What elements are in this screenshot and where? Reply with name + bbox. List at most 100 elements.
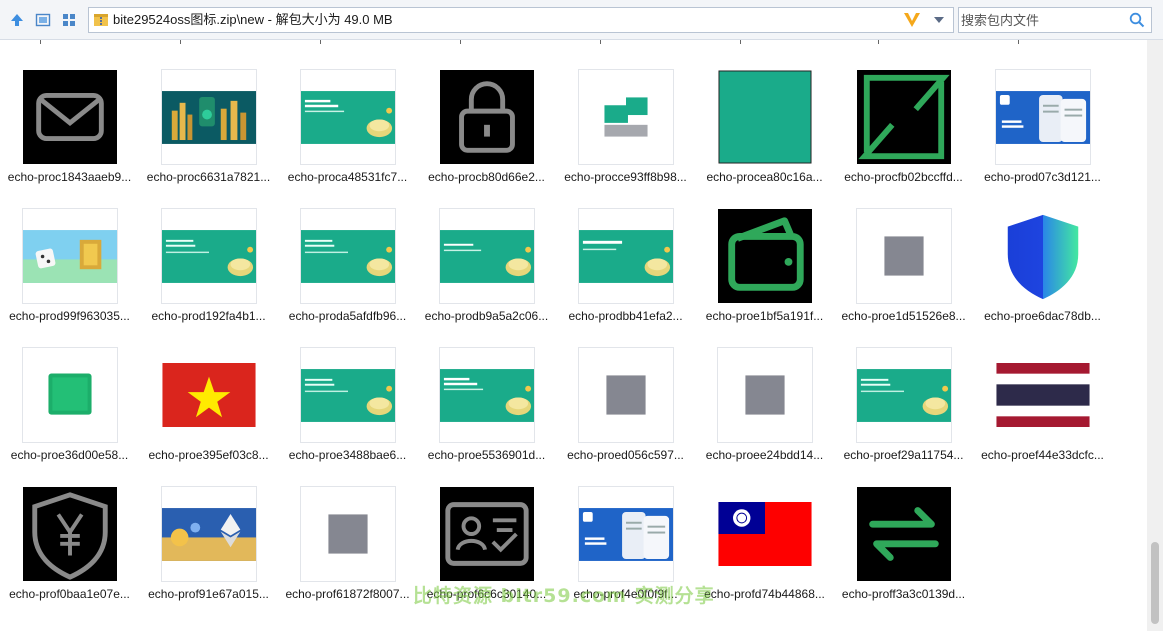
file-thumbnail[interactable] [161,69,257,165]
file-name: echo-proe395ef03c8... [148,448,269,462]
file-item[interactable]: echo-proc6631a7821... [139,69,278,204]
file-thumbnail[interactable] [995,208,1091,304]
file-thumbnail[interactable] [717,208,813,304]
file-grid-area: echo-proc1843aaeb9... echo-proc6631a7821… [0,40,1147,631]
file-thumbnail[interactable] [439,208,535,304]
stake-trust-icon [579,507,673,561]
file-item[interactable]: echo-prof61872f8007... [278,486,417,621]
file-name: echo-prodb9a5a2c06... [424,309,549,323]
file-item[interactable]: echo-proe1d51526e8... [834,208,973,343]
file-thumbnail[interactable] [439,486,535,582]
shield-icon [1007,214,1079,300]
file-item[interactable]: echo-proe395ef03c8... [139,347,278,482]
file-thumbnail[interactable] [717,486,813,582]
file-thumbnail[interactable] [856,69,952,165]
file-thumbnail[interactable] [578,486,674,582]
view-details-button[interactable] [32,9,54,31]
file-name: echo-proe5536901d... [427,448,546,462]
file-item[interactable]: echo-procfb02bccffd... [834,69,973,204]
file-thumbnail[interactable] [995,347,1091,443]
file-thumbnail[interactable] [578,347,674,443]
file-name: echo-proe3488bae6... [288,448,407,462]
file-item[interactable]: echo-proe5536901d... [417,347,556,482]
file-thumbnail[interactable] [161,486,257,582]
file-name: echo-proca48531fc7... [287,170,408,184]
file-name: echo-proe1d51526e8... [841,309,966,323]
file-name: echo-prodbb41efa2... [568,309,683,323]
gray-square-icon [884,236,924,276]
stake-trust-icon [996,90,1090,144]
vertical-scrollbar[interactable] [1147,40,1163,631]
file-thumbnail[interactable] [22,69,118,165]
file-item[interactable]: echo-prodbb41efa2... [556,208,695,343]
file-item[interactable]: echo-procce93ff8b98... [556,69,695,204]
file-item[interactable]: echo-procea80c16a... [695,69,834,204]
green-brackets-icon [857,70,951,164]
file-item[interactable]: echo-prod192fa4b1... [139,208,278,343]
up-folder-button[interactable] [6,9,28,31]
file-name: echo-proff3a3c0139d... [841,587,966,601]
file-item[interactable]: echo-prod07c3d121... [973,69,1112,204]
teal-banner-en-icon [301,368,395,422]
file-item[interactable]: echo-proe1bf5a191f... [695,208,834,343]
teal-banner-en-icon [301,229,395,283]
gray-square-icon [606,375,646,415]
file-item[interactable]: echo-prodb9a5a2c06... [417,208,556,343]
file-thumbnail[interactable] [22,486,118,582]
scrollbar-thumb[interactable] [1151,542,1159,624]
file-item[interactable]: echo-procb80d66e2... [417,69,556,204]
file-item[interactable]: echo-proed056c597... [556,347,695,482]
search-icon[interactable] [1129,12,1145,28]
search-input[interactable] [959,8,1129,32]
window-icon [35,13,51,27]
file-thumbnail[interactable] [300,208,396,304]
file-item[interactable]: echo-proef44e33dcfc... [973,347,1112,482]
file-thumbnail[interactable] [856,208,952,304]
file-thumbnail[interactable] [300,69,396,165]
file-thumbnail[interactable] [161,347,257,443]
thailand-flag-icon [996,363,1090,427]
file-thumbnail[interactable] [578,208,674,304]
file-item[interactable]: echo-proca48531fc7... [278,69,417,204]
file-item[interactable]: echo-prod99f963035... [0,208,139,343]
file-item[interactable]: echo-profd74b44868... [695,486,834,621]
file-thumbnail[interactable] [717,69,813,165]
teal-banner-cn2-icon [440,229,534,283]
file-thumbnail[interactable] [22,208,118,304]
yen-shield-icon [23,487,117,581]
file-item[interactable]: echo-proc1843aaeb9... [0,69,139,204]
file-thumbnail[interactable] [439,69,535,165]
v-logo-icon[interactable] [903,11,921,29]
file-thumbnail[interactable] [161,208,257,304]
address-bar[interactable]: bite29524oss图标.zip\new - 解包大小为 49.0 MB [88,7,954,33]
file-name: echo-procfb02bccffd... [844,170,963,184]
file-thumbnail[interactable] [856,347,952,443]
file-item[interactable]: echo-prof91e67a015... [139,486,278,621]
address-dropdown-button[interactable] [931,8,947,32]
file-item[interactable]: echo-proe6dac78db... [973,208,1112,343]
file-item[interactable]: echo-proe36d00e58... [0,347,139,482]
file-thumbnail[interactable] [22,347,118,443]
file-item[interactable]: echo-proee24bdd14... [695,347,834,482]
file-thumbnail[interactable] [717,347,813,443]
taiwan-flag-icon [718,502,812,566]
file-item[interactable]: echo-proff3a3c0139d... [834,486,973,621]
file-item[interactable]: echo-proe3488bae6... [278,347,417,482]
gray-square-icon [328,514,368,554]
file-name: echo-prof91e67a015... [148,587,269,601]
file-name: echo-prod99f963035... [9,309,130,323]
file-thumbnail[interactable] [578,69,674,165]
file-name: echo-procea80c16a... [706,170,823,184]
search-box [958,7,1152,33]
file-thumbnail[interactable] [995,69,1091,165]
file-item[interactable]: echo-prof0baa1e07e... [0,486,139,621]
file-thumbnail[interactable] [439,347,535,443]
view-thumbnails-button[interactable] [58,9,80,31]
file-thumbnail[interactable] [300,486,396,582]
file-name: echo-procb80d66e2... [428,170,545,184]
file-thumbnail[interactable] [300,347,396,443]
green-gray-blocks-icon [604,97,648,137]
file-thumbnail[interactable] [856,486,952,582]
file-item[interactable]: echo-proda5afdfb96... [278,208,417,343]
file-item[interactable]: echo-proef29a11754... [834,347,973,482]
